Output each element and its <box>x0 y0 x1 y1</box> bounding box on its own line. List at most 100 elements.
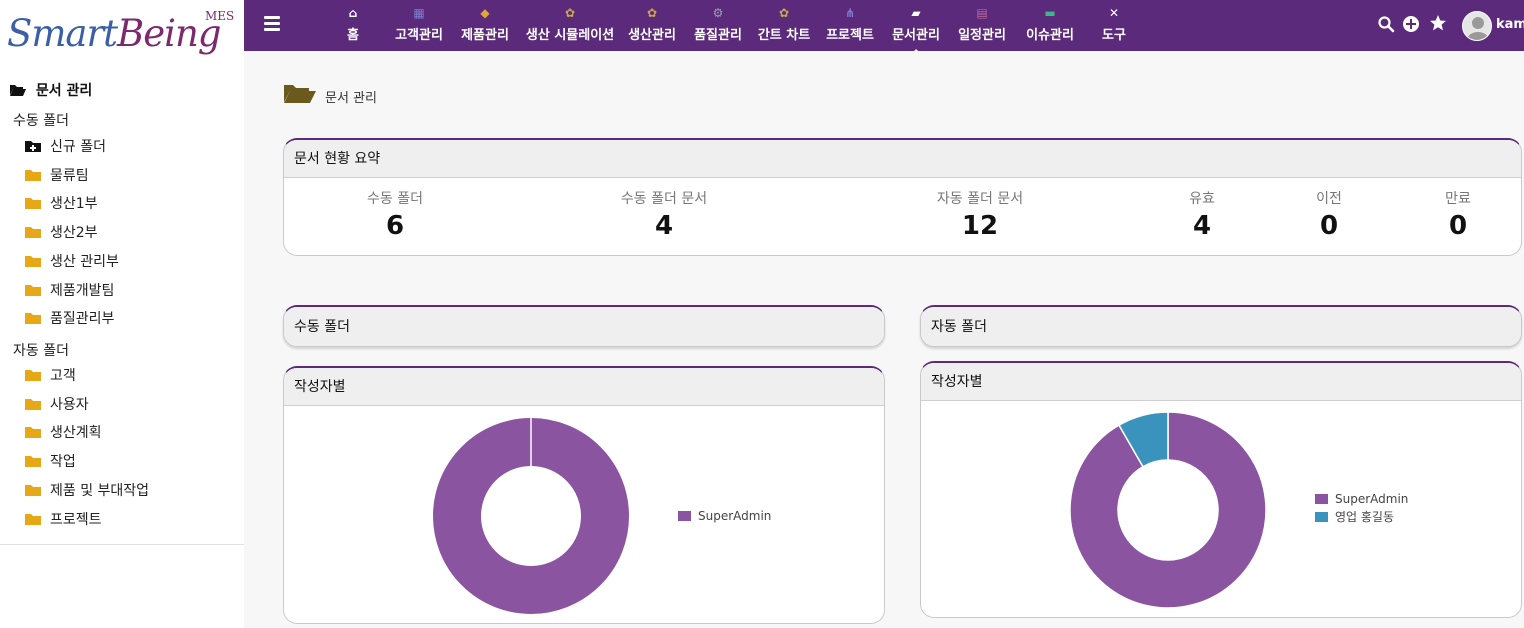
sidebar-item-auto-3[interactable]: 작업 <box>25 452 76 472</box>
auto-folder-panel-title: 자동 폴더 <box>921 307 1521 346</box>
legend-label: SuperAdmin <box>1335 492 1409 506</box>
nav-item-5[interactable]: ⚙ 품질관리 <box>694 7 742 47</box>
sidebar-group-auto[interactable]: 자동 폴더 <box>13 340 69 360</box>
nav-item-7[interactable]: ⋔ 프로젝트 <box>826 7 874 47</box>
summary-stat-value: 0 <box>1319 211 1339 241</box>
cogs-icon: ⚙ <box>712 6 724 20</box>
summary-stat-5: 만료 0 <box>1388 188 1521 241</box>
legend-item-1[interactable]: 영업 홍길동 <box>1315 508 1408 526</box>
search-icon[interactable] <box>1377 15 1395 33</box>
nav-item-label: 프로젝트 <box>826 28 874 43</box>
sidebar-item-auto-1[interactable]: 사용자 <box>25 395 89 415</box>
cubes-icon: ✿ <box>778 6 790 20</box>
breadcrumb: 문서 관리 <box>283 82 377 106</box>
folder-icon <box>25 313 41 325</box>
sidebar-item-manual-0[interactable]: 신규 폴더 <box>25 137 106 157</box>
summary-stat-1: 수동 폴더 문서 4 <box>594 188 734 241</box>
sidebar-item-manual-3[interactable]: 생산2부 <box>25 223 98 243</box>
auto-folder-panel[interactable]: 자동 폴더 <box>920 305 1522 347</box>
summary-card-title: 문서 현황 요약 <box>284 140 1521 178</box>
summary-stat-label: 수동 폴더 <box>367 191 423 207</box>
nav-item-label: 고객관리 <box>395 28 443 43</box>
sidebar-item-auto-2[interactable]: 생산계획 <box>25 423 102 443</box>
legend-swatch <box>1315 512 1328 522</box>
tools-icon: ✕ <box>1108 6 1120 20</box>
folder-plus-icon <box>25 141 41 152</box>
building-icon: ▦ <box>413 6 425 20</box>
nav-item-9[interactable]: ▤ 일정관리 <box>958 7 1006 47</box>
nav-item-label: 생산 시뮬레이션 <box>525 28 615 43</box>
manual-author-chart-legend: SuperAdmin <box>678 507 771 525</box>
manual-author-chart-card: 작성자별 SuperAdmin <box>283 366 885 624</box>
menu-toggle-icon[interactable] <box>264 16 280 32</box>
folder-icon <box>25 513 41 525</box>
nav-item-label: 도구 <box>1102 28 1126 43</box>
sidebar: 문서 관리 수동 폴더 신규 폴더물류팀생산1부생산2부생산 관리부제품개발팀품… <box>0 62 244 545</box>
summary-stat-value: 0 <box>1448 211 1468 241</box>
manual-author-donut-chart <box>433 418 629 614</box>
nav-item-label: 홈 <box>347 28 359 43</box>
sidebar-title: 문서 관리 <box>9 80 92 100</box>
summary-stat-0: 수동 폴더 6 <box>325 188 465 241</box>
sidebar-footer <box>0 545 244 628</box>
nav-item-10[interactable]: ▬ 이슈관리 <box>1026 7 1074 47</box>
sidebar-item-label: 품질관리부 <box>50 311 115 328</box>
star-icon[interactable] <box>1429 14 1447 32</box>
nav-item-8[interactable]: ▰ 문서관리 <box>892 7 940 54</box>
nav-item-label: 일정관리 <box>958 28 1006 43</box>
folder-open-icon <box>284 85 316 103</box>
legend-item-0[interactable]: SuperAdmin <box>1315 490 1408 508</box>
avatar[interactable] <box>1462 11 1492 41</box>
sidebar-item-manual-2[interactable]: 생산1부 <box>25 194 98 214</box>
summary-stat-label: 만료 <box>1445 191 1471 207</box>
folder-icon <box>25 169 41 181</box>
cubes-icon: ✿ <box>564 6 576 20</box>
sidebar-item-label: 생산2부 <box>50 225 98 242</box>
nav-item-2[interactable]: ◆ 제품관리 <box>461 7 509 47</box>
legend-label: SuperAdmin <box>698 509 772 523</box>
nav-item-0[interactable]: ⌂ 홈 <box>346 7 360 47</box>
summary-stat-label: 유효 <box>1189 191 1215 207</box>
nav-item-3[interactable]: ✿ 생산 시뮬레이션 <box>526 7 614 47</box>
sidebar-item-label: 사용자 <box>50 396 89 413</box>
folder-icon <box>25 484 41 496</box>
sidebar-item-auto-5[interactable]: 프로젝트 <box>25 510 102 530</box>
auto-author-chart-legend: SuperAdmin 영업 홍길동 <box>1315 490 1408 526</box>
nav-item-4[interactable]: ✿ 생산관리 <box>628 7 676 47</box>
auto-author-donut-chart <box>1069 411 1267 609</box>
manual-folder-panel[interactable]: 수동 폴더 <box>283 305 885 347</box>
nav-item-label: 생산관리 <box>628 28 676 43</box>
box-icon: ◆ <box>480 6 490 20</box>
sidebar-item-manual-1[interactable]: 물류팀 <box>25 166 89 186</box>
manual-folder-panel-title: 수동 폴더 <box>284 307 884 346</box>
logo: SmartBeing <box>7 12 221 55</box>
nav-item-11[interactable]: ✕ 도구 <box>1102 7 1126 47</box>
summary-stat-label: 수동 폴더 문서 <box>620 191 708 207</box>
folder-icon <box>25 255 41 267</box>
summary-stat-value: 4 <box>654 211 674 241</box>
logo-area[interactable]: SmartBeing MES <box>0 0 244 62</box>
sidebar-group-manual[interactable]: 수동 폴더 <box>13 110 69 130</box>
nav-item-6[interactable]: ✿ 간트 차트 <box>758 7 810 47</box>
sidebar-item-auto-0[interactable]: 고객 <box>25 366 76 386</box>
username[interactable]: kame <box>1496 17 1524 32</box>
folder-open-icon <box>10 85 26 96</box>
sidebar-item-manual-4[interactable]: 생산 관리부 <box>25 252 119 272</box>
sidebar-item-manual-5[interactable]: 제품개발팀 <box>25 281 114 301</box>
auto-author-chart-title: 작성자별 <box>921 363 1521 401</box>
folder-icon <box>25 370 41 381</box>
sidebar-item-label: 물류팀 <box>50 167 89 184</box>
nav-item-1[interactable]: ▦ 고객관리 <box>395 7 443 47</box>
summary-stat-2: 자동 폴더 문서 12 <box>910 188 1050 241</box>
sidebar-item-auto-4[interactable]: 제품 및 부대작업 <box>25 481 149 501</box>
sidebar-item-label: 생산1부 <box>50 196 98 213</box>
add-circle-icon[interactable] <box>1402 15 1420 33</box>
summary-stat-label: 이전 <box>1316 191 1342 207</box>
ticket-icon: ▬ <box>1044 6 1056 20</box>
summary-card: 문서 현황 요약 수동 폴더 6 수동 폴더 문서 4 자동 폴더 문서 12 유효 4 이전 0… <box>283 138 1522 256</box>
sidebar-item-label: 신규 폴더 <box>50 139 106 155</box>
legend-item-0[interactable]: SuperAdmin <box>678 507 771 525</box>
nav-item-label: 문서관리 <box>892 28 940 43</box>
sidebar-item-manual-6[interactable]: 품질관리부 <box>25 309 114 329</box>
legend-swatch <box>1315 494 1328 504</box>
